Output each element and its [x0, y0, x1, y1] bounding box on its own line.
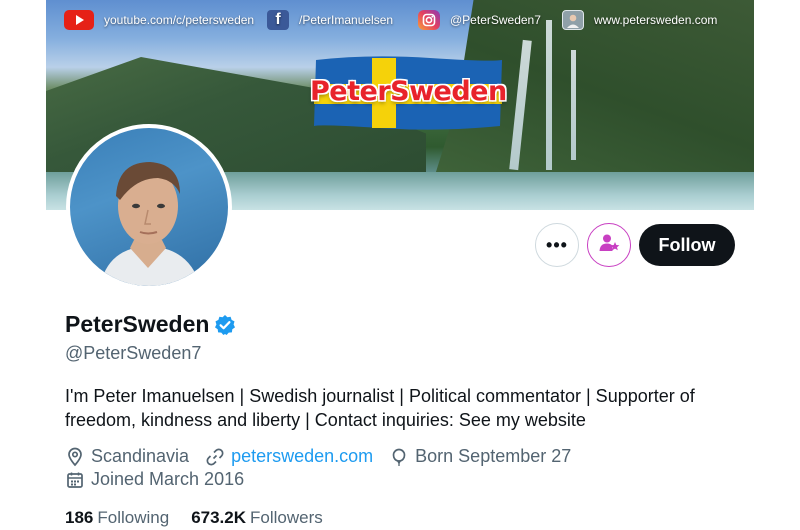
profile-name-row: PeterSweden — [65, 311, 236, 338]
banner-waterfall — [571, 50, 576, 160]
joined-item: Joined March 2016 — [65, 469, 244, 490]
profile-meta-row-2: Joined March 2016 — [65, 469, 260, 490]
profile-bio: I'm Peter Imanuelsen | Swedish journalis… — [65, 386, 695, 430]
website-item[interactable]: petersweden.com — [205, 446, 373, 467]
more-options-button[interactable]: ••• — [535, 223, 579, 267]
follow-button-label: Follow — [658, 234, 716, 255]
banner-waterfall — [546, 20, 552, 170]
followers-label: Followers — [250, 508, 323, 527]
balloon-icon — [389, 447, 409, 467]
instagram-icon — [418, 10, 440, 30]
followers-count: 673.2K — [191, 508, 247, 527]
verified-badge-icon[interactable] — [214, 314, 236, 336]
banner-youtube-text: youtube.com/c/petersweden — [104, 13, 255, 27]
banner-instagram: @PeterSweden7 — [418, 10, 541, 30]
following-count: 186 — [65, 508, 94, 527]
petersweden-logo: PeterSweden — [310, 54, 507, 132]
logo-text: PeterSweden — [310, 76, 507, 107]
banner-youtube: youtube.com/c/petersweden — [64, 10, 254, 30]
birthday-item: Born September 27 — [389, 446, 571, 467]
banner-website: www.petersweden.com — [562, 10, 717, 30]
follow-button[interactable]: Follow — [639, 224, 735, 266]
facebook-icon: f — [267, 10, 289, 30]
birthday-text: Born September 27 — [415, 446, 572, 466]
following-label: Following — [97, 508, 170, 527]
more-options-label: ••• — [546, 234, 568, 255]
subscribe-button[interactable] — [587, 223, 631, 267]
person-photo-icon — [562, 10, 584, 30]
banner-facebook-text: /PeterImanuelsen — [299, 13, 394, 27]
profile-handle: @PeterSweden7 — [65, 343, 202, 363]
banner-website-text: www.petersweden.com — [594, 13, 718, 27]
website-link[interactable]: petersweden.com — [231, 446, 373, 467]
profile-avatar[interactable] — [66, 124, 232, 290]
followers-stat[interactable]: 673.2K Followers — [191, 508, 323, 528]
location-item: Scandinavia — [65, 446, 189, 467]
link-icon — [205, 447, 225, 467]
location-pin-icon — [65, 447, 85, 467]
banner-instagram-text: @PeterSweden7 — [450, 13, 541, 27]
following-stat[interactable]: 186 Following — [65, 508, 169, 528]
banner-social-bar: youtube.com/c/petersweden f /PeterImanue… — [46, 6, 754, 34]
location-text: Scandinavia — [91, 446, 190, 466]
banner-facebook: f /PeterImanuelsen — [267, 10, 393, 30]
calendar-icon — [65, 470, 85, 490]
profile-meta-row-1: Scandinavia petersweden.com Born Septemb… — [65, 446, 587, 467]
joined-text: Joined March 2016 — [91, 469, 245, 489]
person-star-icon — [598, 232, 620, 259]
display-name: PeterSweden — [65, 311, 210, 337]
youtube-icon — [64, 10, 94, 30]
profile-stats: 186 Following 673.2K Followers — [65, 508, 345, 528]
